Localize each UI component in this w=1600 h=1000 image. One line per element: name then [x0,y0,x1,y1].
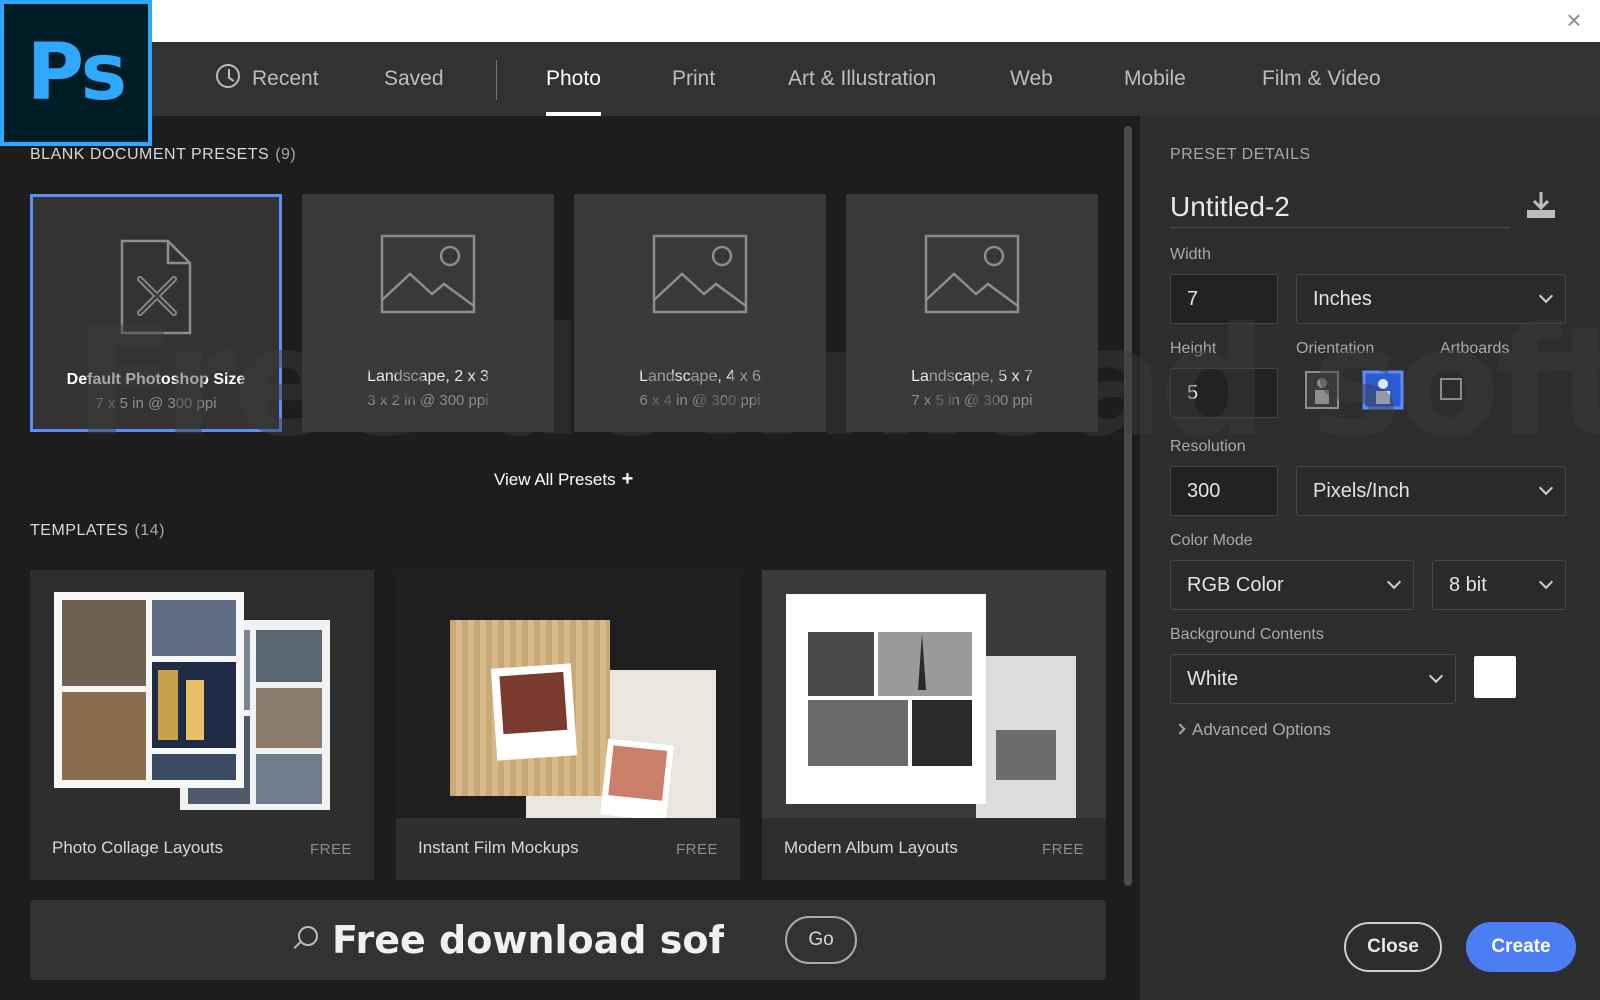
width-unit-select[interactable]: Inches [1296,274,1566,324]
preset-size: 7 x 5 in @ 300 ppi [911,392,1033,409]
collage-thumbnail-image [30,570,374,818]
go-button[interactable]: Go [785,916,857,964]
preset-size: 7 x 5 in @ 300 ppi [95,395,217,412]
chevron-down-icon [1428,668,1444,684]
logo-text: Ps [26,28,127,118]
tab-divider [496,60,497,100]
chevron-down-icon [1386,574,1402,590]
instant-film-thumbnail-image [396,570,740,818]
background-contents-select[interactable]: White [1170,654,1456,704]
title-bar: × [0,0,1600,42]
tab-art-illustration[interactable]: Art & Illustration [788,42,936,116]
preset-landscape-2x3[interactable]: Landscape, 2 x 3 3 x 2 in @ 300 ppi [302,194,554,432]
template-instant-film-mockups[interactable]: Instant Film Mockups FREE [396,570,740,880]
category-tabs: Recent Saved Photo Print Art & Illustrat… [0,42,1600,116]
presets-scrollbar[interactable] [1124,126,1132,886]
height-label: Height [1170,340,1217,357]
template-price-badge: FREE [675,841,718,858]
preset-name: Landscape, 4 x 6 [639,368,761,385]
template-thumbnail [30,570,374,818]
tab-mobile[interactable]: Mobile [1124,42,1186,116]
background-contents-label: Background Contents [1170,626,1324,643]
template-name: Modern Album Layouts [784,838,958,857]
background-color-swatch[interactable] [1474,656,1516,698]
template-price-badge: FREE [309,841,352,858]
landscape-orientation-icon[interactable] [1362,370,1404,410]
artboards-checkbox[interactable] [1440,378,1462,400]
tab-film-video[interactable]: Film & Video [1262,42,1381,116]
resolution-input[interactable] [1170,466,1278,516]
preset-name: Default Photoshop Size [66,371,246,388]
template-thumbnail [762,570,1106,818]
image-icon [652,234,748,314]
document-tools-icon [120,239,192,335]
album-thumbnail-image [762,570,1106,818]
resolution-unit-select[interactable]: Pixels/Inch [1296,466,1566,516]
preset-details-heading: PRESET DETAILS [1170,146,1311,163]
chevron-down-icon [1538,288,1554,304]
document-name-input[interactable] [1170,186,1510,228]
template-name: Photo Collage Layouts [52,838,224,857]
portrait-orientation-icon[interactable] [1304,370,1340,410]
preset-name: Landscape, 2 x 3 [367,368,489,385]
save-preset-icon[interactable] [1524,188,1558,222]
height-input[interactable] [1170,368,1278,418]
plus-icon: + [621,468,634,490]
template-photo-collage-layouts[interactable]: Photo Collage Layouts FREE [30,570,374,880]
preset-landscape-4x6[interactable]: Landscape, 4 x 6 6 x 4 in @ 300 ppi [574,194,826,432]
template-price-badge: FREE [1041,841,1084,858]
bit-depth-select[interactable]: 8 bit [1432,560,1566,610]
template-name: Instant Film Mockups [418,838,579,857]
template-thumbnail [396,570,740,818]
view-all-presets-link[interactable]: View All Presets + [494,468,633,491]
templates-heading: TEMPLATES (14) [30,522,165,539]
color-mode-select[interactable]: RGB Color [1170,560,1414,610]
chevron-down-icon [1538,574,1554,590]
chevron-down-icon [1538,480,1554,496]
tab-photo[interactable]: Photo [546,42,601,116]
search-icon [298,926,318,946]
width-label: Width [1170,246,1211,263]
preset-name: Landscape, 5 x 7 [911,368,1033,385]
preset-details-panel: PRESET DETAILS Width Inches Height Orien… [1140,116,1600,1000]
artboards-label: Artboards [1440,340,1510,357]
tab-print[interactable]: Print [672,42,715,116]
template-search-input[interactable] [332,916,724,964]
resolution-label: Resolution [1170,438,1246,455]
tab-recent[interactable]: Recent [216,42,319,116]
image-icon [924,234,1020,314]
create-button[interactable]: Create [1466,922,1576,972]
preset-size: 3 x 2 in @ 300 ppi [367,392,489,409]
image-icon [380,234,476,314]
template-search-bar: Go [30,900,1106,980]
chevron-right-icon [1174,723,1186,735]
advanced-options-toggle[interactable]: Advanced Options [1174,720,1331,740]
preset-size: 6 x 4 in @ 300 ppi [639,392,761,409]
tab-saved[interactable]: Saved [384,42,444,116]
photoshop-logo: Ps [0,0,152,146]
close-button[interactable]: Close [1344,922,1442,972]
color-mode-label: Color Mode [1170,532,1253,549]
preset-landscape-5x7[interactable]: Landscape, 5 x 7 7 x 5 in @ 300 ppi [846,194,1098,432]
orientation-label: Orientation [1296,340,1375,357]
window-close-icon[interactable]: × [1560,6,1588,34]
tab-web[interactable]: Web [1010,42,1053,116]
width-input[interactable] [1170,274,1278,324]
preset-default-photoshop-size[interactable]: Default Photoshop Size 7 x 5 in @ 300 pp… [30,194,282,432]
template-modern-album-layouts[interactable]: Modern Album Layouts FREE [762,570,1106,880]
clock-icon [216,64,240,89]
presets-main: BLANK DOCUMENT PRESETS (9) Default Photos… [0,116,1140,1000]
presets-heading: BLANK DOCUMENT PRESETS (9) [30,146,297,163]
